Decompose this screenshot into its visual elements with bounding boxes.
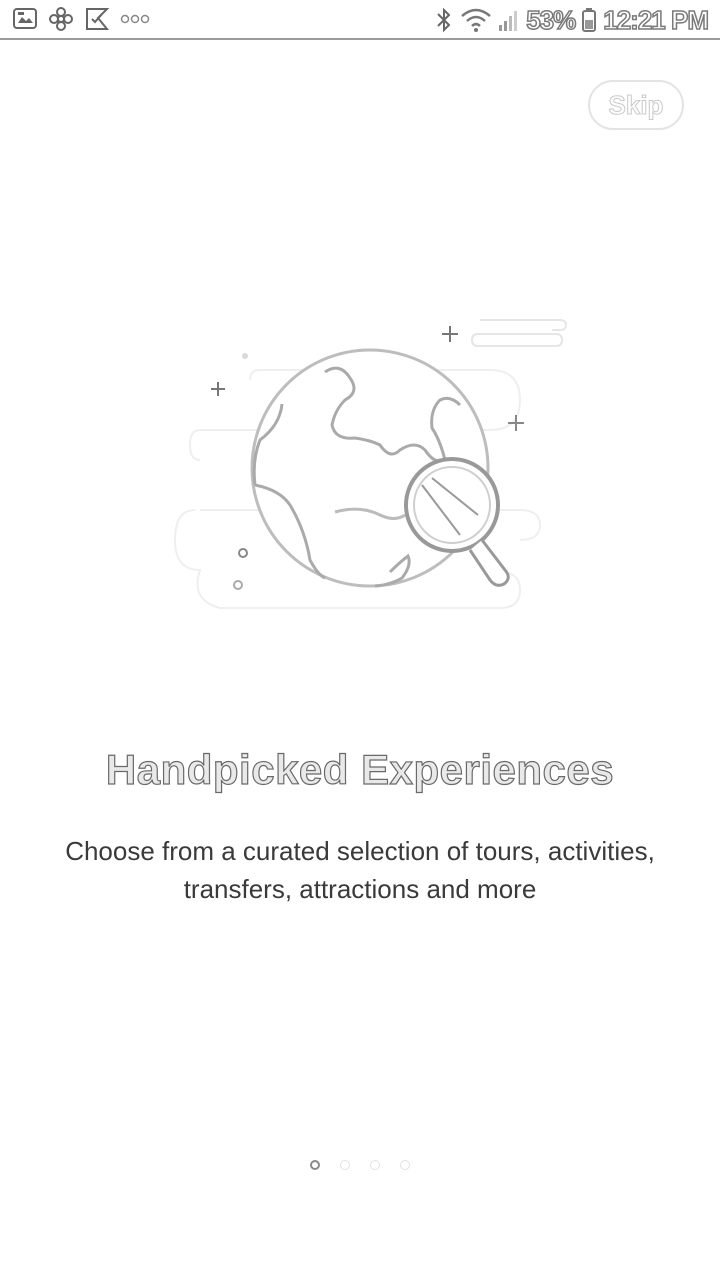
chat-check-icon: [84, 6, 110, 32]
page-dot-4[interactable]: [400, 1160, 410, 1170]
signal-icon: [498, 7, 520, 33]
page-dot-3[interactable]: [370, 1160, 380, 1170]
skip-button[interactable]: Skip: [588, 80, 684, 130]
page-indicator: [0, 1160, 720, 1170]
more-dots-icon: [120, 6, 150, 32]
page-dot-2[interactable]: [340, 1160, 350, 1170]
globe-with-magnifier-icon: [160, 300, 580, 630]
onboarding-title: Handpicked Experiences: [105, 745, 615, 793]
status-bar-right: 53% 12:21 PM: [434, 4, 710, 36]
battery-percent: 53%: [525, 4, 577, 36]
page-dot-1[interactable]: [310, 1160, 320, 1170]
wifi-icon: [460, 7, 492, 33]
onboarding-description: Choose from a curated selection of tours…: [65, 836, 655, 904]
status-bar: 53% 12:21 PM: [0, 0, 720, 40]
bluetooth-icon: [434, 7, 454, 33]
fan-icon: [48, 6, 74, 32]
clock: 12:21 PM: [603, 4, 710, 36]
battery-icon: [581, 7, 597, 33]
status-bar-left: [12, 6, 150, 32]
image-icon: [12, 6, 38, 32]
